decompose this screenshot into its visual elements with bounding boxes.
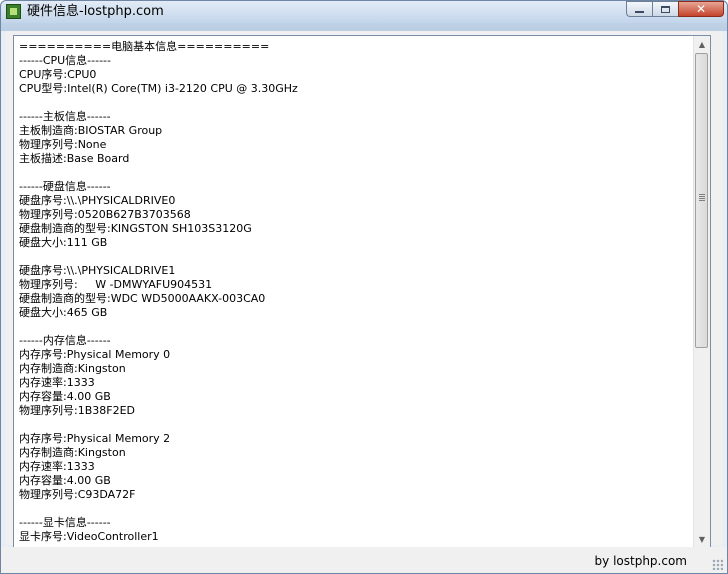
info-line: 内存制造商:Kingston [19, 362, 126, 375]
status-bar: by lostphp.com [1, 547, 727, 573]
info-line [19, 96, 691, 110]
info-line: ------主板信息------ [19, 110, 111, 123]
title-bar[interactable]: 硬件信息-lostphp.com ✕ [1, 1, 727, 23]
info-line: 物理序列号:1B38F2ED [19, 404, 135, 417]
info-line [19, 320, 691, 334]
info-line [19, 166, 691, 180]
window-controls: ✕ [626, 1, 724, 17]
info-line: 内存速率:1333 [19, 460, 95, 473]
info-text-content[interactable]: ==========电脑基本信息========== ------CPU信息---… [19, 40, 691, 548]
window-title: 硬件信息-lostphp.com [27, 4, 164, 19]
maximize-button[interactable] [652, 1, 678, 17]
info-line: 硬盘大小:465 GB [19, 306, 108, 319]
info-textbox[interactable]: ==========电脑基本信息========== ------CPU信息---… [13, 35, 711, 549]
info-line: 硬盘序号:\\.\PHYSICALDRIVE1 [19, 264, 176, 277]
scroll-down-icon: ▼ [698, 535, 706, 544]
info-line: ------显卡信息------ [19, 516, 111, 529]
info-line: 主板描述:Base Board [19, 152, 130, 165]
info-line: CPU型号:Intel(R) Core(TM) i3-2120 CPU @ 3.… [19, 82, 298, 95]
info-line [19, 502, 691, 516]
info-line: 内存速率:1333 [19, 376, 95, 389]
info-line [19, 250, 691, 264]
info-line: 内存序号:Physical Memory 0 [19, 348, 171, 361]
vertical-scrollbar[interactable]: ▲ ▼ [693, 36, 710, 548]
info-line: 硬盘制造商的型号:KINGSTON SH103S3120G [19, 222, 252, 235]
info-line: 硬盘序号:\\.\PHYSICALDRIVE0 [19, 194, 176, 207]
info-line: 内存容量:4.00 GB [19, 474, 111, 487]
close-icon: ✕ [695, 2, 707, 16]
info-line [19, 418, 691, 432]
info-line: ------CPU信息------ [19, 54, 111, 67]
info-line: 物理序列号:None [19, 138, 107, 151]
maximize-icon [661, 5, 670, 13]
info-line: 物理序列号: W -DMWYAFU904531 [19, 278, 213, 291]
info-line: 主板制造商:BIOSTAR Group [19, 124, 163, 137]
info-line: 内存制造商:Kingston [19, 446, 126, 459]
info-line: ------内存信息------ [19, 334, 111, 347]
info-line: ==========电脑基本信息========== [19, 40, 270, 53]
minimize-button[interactable] [626, 1, 652, 17]
thumb-grip-icon [699, 194, 705, 202]
info-line: 物理序列号:C93DA72F [19, 488, 136, 501]
minimize-icon [635, 11, 644, 13]
info-line: 内存序号:Physical Memory 2 [19, 432, 171, 445]
close-button[interactable]: ✕ [678, 1, 724, 17]
info-line: 硬盘制造商的型号:WDC WD5000AAKX-003CA0 [19, 292, 266, 305]
scroll-up-button[interactable]: ▲ [694, 36, 710, 53]
info-line: ------硬盘信息------ [19, 180, 111, 193]
info-line: 硬盘大小:111 GB [19, 236, 108, 249]
info-line: CPU序号:CPU0 [19, 68, 97, 81]
info-line: 显卡序号:VideoController1 [19, 530, 159, 543]
info-line: 内存容量:4.00 GB [19, 390, 111, 403]
scroll-up-icon: ▲ [698, 40, 706, 49]
resize-grip-icon[interactable] [712, 559, 723, 570]
scroll-down-button[interactable]: ▼ [694, 531, 710, 548]
client-area: ==========电脑基本信息========== ------CPU信息---… [6, 31, 722, 549]
app-icon[interactable] [6, 4, 21, 19]
scrollbar-thumb[interactable] [695, 53, 708, 348]
app-window: 硬件信息-lostphp.com ✕ ==========电脑基本信息=====… [0, 0, 728, 574]
info-line: 物理序列号:0520B627B3703568 [19, 208, 191, 221]
status-text: by lostphp.com [594, 554, 687, 568]
